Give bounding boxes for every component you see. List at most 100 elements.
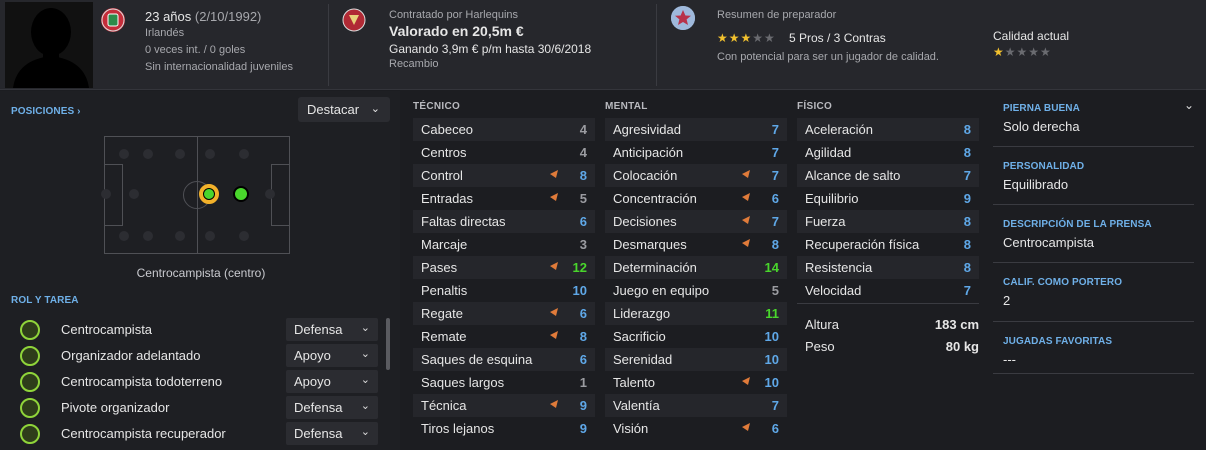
- secondary-position-marker: [233, 186, 249, 202]
- role-row[interactable]: Centrocampista recuperador Defensa ⌄: [12, 420, 392, 446]
- attribute-row: Saques de esquina 6: [413, 348, 595, 371]
- attribute-row: Talento 10: [605, 371, 787, 394]
- roles-label: ROL Y TAREA: [11, 295, 79, 306]
- chevron-down-icon: ⌄: [360, 374, 370, 386]
- attribute-name: Equilibrio: [805, 191, 859, 206]
- attribute-row: Pases 12: [413, 256, 595, 279]
- coach-report-label: Resumen de preparador: [717, 9, 837, 21]
- attribute-row: Remate 8: [413, 325, 595, 348]
- attribute-name: Valentía: [613, 398, 660, 413]
- info-block: CALIF. COMO PORTERO 2: [993, 267, 1194, 322]
- attribute-row: Faltas directas 6: [413, 210, 595, 233]
- duty-dropdown[interactable]: Apoyo ⌄: [286, 344, 378, 367]
- attribute-name: Velocidad: [805, 283, 862, 298]
- attribute-value: 5: [579, 191, 587, 206]
- duty-dropdown[interactable]: Defensa ⌄: [286, 422, 378, 445]
- attribute-name: Serenidad: [613, 352, 673, 367]
- attribute-name: Colocación: [613, 168, 678, 183]
- attribute-row: Agilidad 8: [797, 141, 979, 164]
- training-arrow-icon: [549, 192, 559, 202]
- divider: [328, 4, 329, 86]
- attribute-name: Fuerza: [805, 214, 846, 229]
- attribute-row: Cabeceo 4: [413, 118, 595, 141]
- mental-header: MENTAL: [605, 101, 648, 112]
- attribute-value: 9: [579, 398, 587, 413]
- attribute-row: Serenidad 10: [605, 348, 787, 371]
- player-avatar: [5, 2, 93, 88]
- attribute-value: 4: [579, 145, 587, 160]
- role-name: Centrocampista: [61, 322, 153, 337]
- role-row[interactable]: Centrocampista Defensa ⌄: [12, 316, 392, 342]
- player-wage: Ganando 3,9m € p/m hasta 30/6/2018: [389, 42, 592, 56]
- squad-status: Recambio: [389, 58, 439, 70]
- training-arrow-icon: [549, 307, 559, 317]
- attribute-value: 8: [771, 237, 779, 252]
- attribute-value: 10: [764, 375, 779, 390]
- chevron-down-icon: ⌄: [360, 400, 370, 412]
- role-name: Organizador adelantado: [61, 348, 201, 363]
- pros-cons: 5 Pros / 3 Contras: [789, 31, 886, 45]
- training-arrow-icon: [741, 192, 751, 202]
- roles-scrollbar[interactable]: [386, 318, 390, 370]
- attribute-value: 8: [579, 168, 587, 183]
- attribute-name: Anticipación: [613, 145, 684, 160]
- attribute-name: Tiros lejanos: [421, 421, 495, 436]
- attribute-row: Fuerza 8: [797, 210, 979, 233]
- positions-link[interactable]: POSICIONES ›: [11, 106, 81, 117]
- duty-value: Defensa: [294, 400, 343, 415]
- attribute-value: 6: [771, 191, 779, 206]
- technical-header: TÉCNICO: [413, 101, 461, 112]
- attribute-row: Juego en equipo 5: [605, 279, 787, 302]
- attribute-value: 10: [764, 329, 779, 344]
- role-row[interactable]: Pivote organizador Defensa ⌄: [12, 394, 392, 420]
- potential-text: Con potencial para ser un jugador de cal…: [717, 51, 939, 63]
- attribute-value: 7: [771, 214, 779, 229]
- attribute-row: Recuperación física 8: [797, 233, 979, 256]
- attribute-name: Pases: [421, 260, 458, 275]
- info-block: JUGADAS FAVORITAS ---: [993, 326, 1194, 374]
- role-name: Centrocampista todoterreno: [61, 374, 223, 389]
- attribute-value: 9: [579, 421, 587, 436]
- height-value: 183 cm: [934, 317, 979, 332]
- info-label: JUGADAS FAVORITAS: [1003, 336, 1113, 347]
- attribute-value: 8: [963, 145, 971, 160]
- attribute-row: Técnica 9: [413, 394, 595, 417]
- attribute-name: Técnica: [421, 398, 467, 413]
- weight-value: 80 kg: [945, 339, 979, 354]
- attribute-value: 8: [963, 122, 971, 137]
- attribute-row: Resistencia 8: [797, 256, 979, 279]
- role-row[interactable]: Centrocampista todoterreno Apoyo ⌄: [12, 368, 392, 394]
- info-value: Equilibrado: [1003, 177, 1069, 192]
- attribute-name: Recuperación física: [805, 237, 920, 252]
- training-arrow-icon: [549, 169, 559, 179]
- info-label: DESCRIPCIÓN DE LA PRENSA: [1003, 219, 1152, 230]
- training-arrow-icon: [741, 215, 751, 225]
- attribute-value: 10: [764, 352, 779, 367]
- attribute-value: 8: [963, 237, 971, 252]
- attribute-value: 1: [579, 375, 587, 390]
- player-youth-caps: Sin internacionalidad juveniles: [145, 61, 293, 73]
- duty-value: Apoyo: [294, 348, 331, 363]
- chevron-down-icon[interactable]: ⌄: [1184, 98, 1194, 112]
- duty-dropdown[interactable]: Apoyo ⌄: [286, 370, 378, 393]
- weight-label: Peso: [805, 339, 835, 354]
- attribute-row: Marcaje 3: [413, 233, 595, 256]
- role-row[interactable]: Organizador adelantado Apoyo ⌄: [12, 342, 392, 368]
- training-arrow-icon: [549, 399, 559, 409]
- duty-value: Apoyo: [294, 374, 331, 389]
- duty-dropdown[interactable]: Defensa ⌄: [286, 318, 378, 341]
- duty-dropdown[interactable]: Defensa ⌄: [286, 396, 378, 419]
- info-block: PERSONALIDAD Equilibrado: [993, 151, 1194, 205]
- attribute-name: Regate: [421, 306, 463, 321]
- contract-label: Contratado por Harlequins: [389, 9, 519, 21]
- chevron-down-icon: ⌄: [360, 348, 370, 360]
- player-caps: 0 veces int. / 0 goles: [145, 44, 246, 56]
- attribute-name: Centros: [421, 145, 467, 160]
- info-label: PERSONALIDAD: [1003, 161, 1085, 172]
- info-label: CALIF. COMO PORTERO: [1003, 277, 1123, 288]
- attribute-name: Determinación: [613, 260, 697, 275]
- attribute-row: Tiros lejanos 9: [413, 417, 595, 440]
- highlight-dropdown[interactable]: Destacar ⌄: [298, 97, 390, 122]
- current-quality-stars: ★★★★★: [993, 45, 1052, 59]
- attribute-row: Equilibrio 9: [797, 187, 979, 210]
